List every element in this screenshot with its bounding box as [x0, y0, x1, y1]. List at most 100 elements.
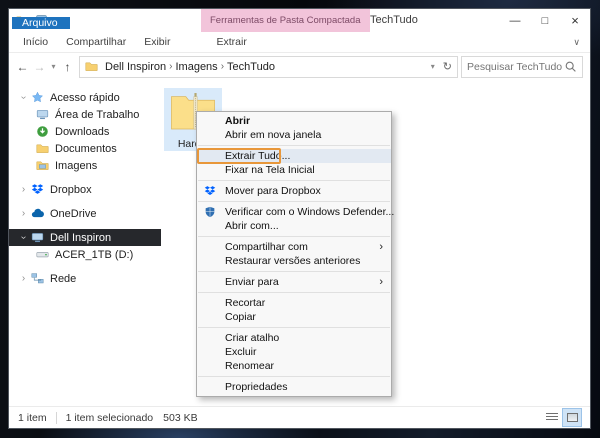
recent-locations-dropdown-icon[interactable]: ▾ [48, 62, 59, 71]
star-icon [29, 91, 45, 104]
sidebar-item-onedrive[interactable]: › OneDrive [9, 205, 161, 222]
sidebar-item-documents[interactable]: Documentos [9, 140, 161, 157]
context-menu-item-abrir[interactable]: Abrir [197, 114, 391, 128]
chevron-right-icon[interactable]: › [18, 184, 29, 195]
maximize-button[interactable]: □ [530, 9, 560, 32]
ribbon-tab-row: Arquivo Início Compartilhar Exibir Extra… [9, 32, 590, 53]
context-menu-item-renomear[interactable]: Renomear [197, 359, 391, 373]
tab-exibir[interactable]: Exibir [135, 32, 179, 52]
context-menu-item-enviar-para[interactable]: Enviar para › [197, 275, 391, 289]
sidebar-item-dell-inspiron[interactable]: › Dell Inspiron [9, 229, 161, 246]
context-menu-item-criar-atalho[interactable]: Criar atalho [197, 331, 391, 345]
submenu-arrow-icon: › [379, 240, 383, 254]
tab-compartilhar[interactable]: Compartilhar [57, 32, 135, 52]
breadcrumb-item[interactable]: TechTudo [224, 61, 278, 73]
sidebar-item-label: ACER_1TB (D:) [55, 249, 133, 261]
breadcrumb-item[interactable]: Imagens [172, 61, 220, 73]
sidebar-item-label: Acesso rápido [50, 92, 120, 104]
status-bar: 1 item 1 item selecionado 503 KB [9, 406, 590, 428]
menu-separator [198, 201, 390, 202]
context-menu: Abrir Abrir em nova janela Extrair Tudo.… [196, 111, 392, 397]
chevron-down-icon[interactable]: › [18, 92, 29, 103]
folder-icon [34, 142, 50, 155]
sidebar-item-dropbox[interactable]: › Dropbox [9, 181, 161, 198]
view-switcher [543, 409, 581, 426]
main-area: › Acesso rápido Área de Trabalho Downloa… [9, 80, 590, 406]
sidebar-item-desktop[interactable]: Área de Trabalho [9, 106, 161, 123]
chevron-right-icon[interactable]: › [18, 273, 29, 284]
tab-arquivo[interactable]: Arquivo [12, 17, 70, 29]
window-title: TechTudo [370, 9, 418, 32]
sidebar-item-label: Área de Trabalho [55, 109, 139, 121]
context-menu-item-abrir-nova-janela[interactable]: Abrir em nova janela [197, 128, 391, 142]
sidebar-item-acer-drive[interactable]: ACER_1TB (D:) [9, 246, 161, 263]
file-list-area[interactable]: Hardw Abrir Abrir em nova janela Extrair… [161, 80, 590, 406]
folder-icon [34, 159, 50, 172]
sidebar-item-quick-access[interactable]: › Acesso rápido [9, 89, 161, 106]
context-menu-item-compartilhar-com[interactable]: Compartilhar com › [197, 240, 391, 254]
sidebar-item-label: OneDrive [50, 208, 96, 220]
sidebar-item-label: Dell Inspiron [50, 232, 111, 244]
explorer-window: ▾ Ferramentas de Pasta Compactada TechTu… [8, 8, 591, 429]
selection-size: 503 KB [163, 412, 197, 424]
sidebar-item-label: Rede [50, 273, 76, 285]
contextual-tab-header: Ferramentas de Pasta Compactada [201, 9, 370, 32]
sidebar-item-network[interactable]: › Rede [9, 270, 161, 287]
context-menu-item-restaurar-versoes[interactable]: Restaurar versões anteriores [197, 254, 391, 268]
sidebar-item-downloads[interactable]: Downloads [9, 123, 161, 140]
context-menu-item-copiar[interactable]: Copiar [197, 310, 391, 324]
title-bar: ▾ Ferramentas de Pasta Compactada TechTu… [9, 9, 590, 32]
chevron-down-icon[interactable]: › [18, 232, 29, 243]
context-menu-item-extrair-tudo[interactable]: Extrair Tudo... [197, 149, 391, 163]
chevron-right-icon[interactable]: › [18, 208, 29, 219]
tab-extrair[interactable]: Extrair [207, 32, 255, 52]
search-box [461, 56, 583, 78]
details-view-icon [546, 413, 558, 422]
search-input[interactable] [467, 61, 564, 73]
menu-separator [198, 271, 390, 272]
onedrive-cloud-icon [29, 207, 45, 220]
desktop-monitor-icon [34, 108, 50, 121]
context-menu-item-abrir-com[interactable]: Abrir com... [197, 219, 391, 233]
refresh-icon[interactable]: ↻ [443, 60, 452, 73]
breadcrumb-item[interactable]: Dell Inspiron [102, 61, 169, 73]
context-menu-item-propriedades[interactable]: Propriedades [197, 380, 391, 394]
ribbon-expand-icon[interactable]: ∨ [573, 37, 580, 48]
menu-separator [198, 292, 390, 293]
details-view-button[interactable] [543, 409, 561, 426]
navigation-pane: › Acesso rápido Área de Trabalho Downloa… [9, 80, 161, 406]
drive-icon [34, 248, 50, 261]
downloads-icon [34, 125, 50, 138]
thumbnail-view-button[interactable] [563, 409, 581, 426]
search-icon[interactable] [564, 60, 577, 73]
tab-inicio[interactable]: Início [14, 32, 57, 52]
thumbnail-view-icon [567, 413, 578, 422]
context-menu-item-excluir[interactable]: Excluir [197, 345, 391, 359]
address-row: ← → ▾ ↑ Dell Inspiron › Imagens › TechTu… [9, 53, 590, 80]
item-count: 1 item [18, 412, 47, 424]
context-menu-item-recortar[interactable]: Recortar [197, 296, 391, 310]
selection-count: 1 item selecionado [66, 412, 154, 424]
minimize-button[interactable]: — [500, 9, 530, 32]
dropbox-icon [29, 183, 45, 196]
computer-icon [29, 231, 45, 244]
submenu-arrow-icon: › [379, 275, 383, 289]
forward-button[interactable]: → [31, 60, 48, 74]
address-bar[interactable]: Dell Inspiron › Imagens › TechTudo ▾ ↻ [79, 56, 458, 78]
menu-separator [198, 376, 390, 377]
network-icon [29, 272, 45, 285]
defender-shield-icon [204, 206, 216, 218]
menu-separator [198, 327, 390, 328]
sidebar-item-pictures[interactable]: Imagens [9, 157, 161, 174]
context-menu-item-mover-dropbox[interactable]: Mover para Dropbox [197, 184, 391, 198]
breadcrumb-folder-icon [85, 60, 98, 73]
context-menu-item-fixar-tela-inicial[interactable]: Fixar na Tela Inicial [197, 163, 391, 177]
back-button[interactable]: ← [14, 60, 31, 74]
close-button[interactable]: × [560, 9, 590, 32]
up-button[interactable]: ↑ [59, 60, 76, 74]
address-dropdown-icon[interactable]: ▾ [431, 62, 435, 71]
context-menu-item-verificar-defender[interactable]: Verificar com o Windows Defender... [197, 205, 391, 219]
desktop-background: { "window": { "title": "TechTudo", "cont… [0, 0, 600, 438]
sidebar-item-label: Imagens [55, 160, 97, 172]
menu-separator [198, 145, 390, 146]
